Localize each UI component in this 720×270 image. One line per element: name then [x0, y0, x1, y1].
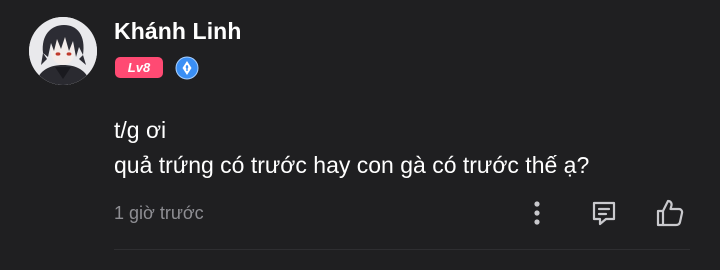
thumbs-up-icon	[656, 199, 684, 227]
timestamp: 1 giờ trước	[114, 203, 204, 223]
reply-icon	[592, 201, 616, 226]
more-button[interactable]	[519, 197, 555, 229]
reply-button[interactable]	[586, 197, 622, 229]
comment-line: quả trứng có trước hay con gà có trước t…	[114, 152, 590, 178]
more-vertical-icon	[534, 201, 540, 225]
pen-nib-badge-icon	[175, 56, 199, 80]
level-badge: Lv8	[115, 57, 163, 78]
like-button[interactable]	[652, 197, 688, 229]
avatar[interactable]	[29, 17, 97, 85]
comment-line: t/g ơi	[114, 117, 167, 143]
username[interactable]: Khánh Linh	[114, 18, 241, 45]
divider	[114, 249, 690, 250]
comment-text: t/g ơi quả trứng có trước hay con gà có …	[114, 113, 589, 183]
